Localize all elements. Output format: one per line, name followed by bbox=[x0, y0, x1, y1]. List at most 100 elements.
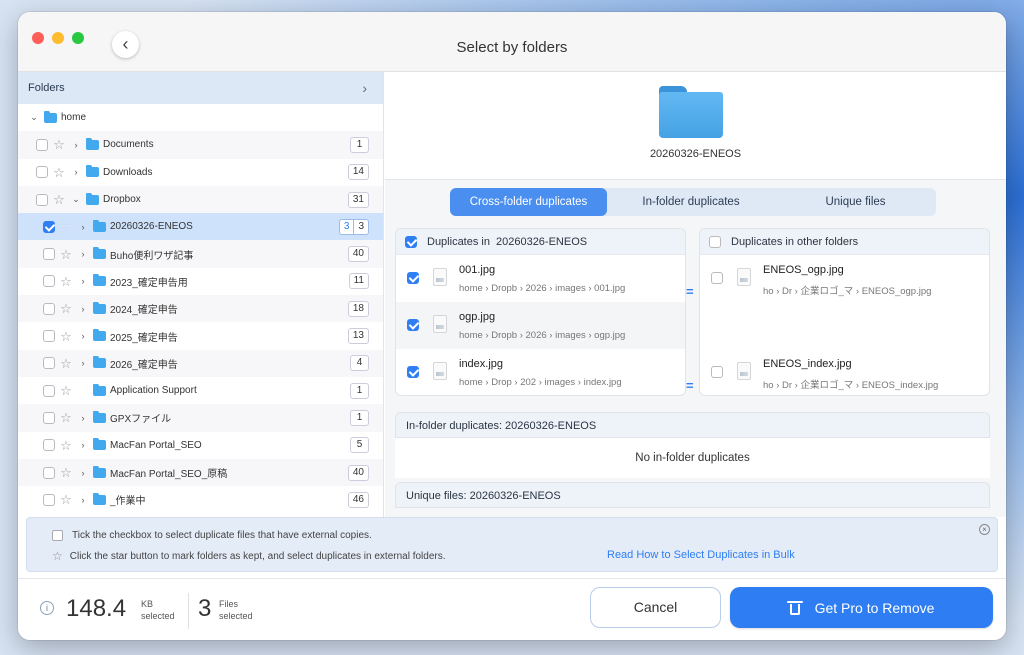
equals-icon: = bbox=[686, 284, 694, 299]
folder-name: 2024_確定申告 bbox=[110, 305, 178, 317]
folder-title: 20260326-ENEOS bbox=[649, 148, 742, 160]
star-icon[interactable]: ☆ bbox=[59, 220, 73, 233]
folder-checkbox[interactable] bbox=[43, 302, 55, 315]
chevron-right-icon[interactable]: › bbox=[70, 167, 82, 177]
folder-checkbox[interactable] bbox=[43, 220, 55, 233]
file-checkbox[interactable] bbox=[711, 272, 723, 284]
tips-bar: Tick the checkbox to select duplicate fi… bbox=[26, 517, 998, 572]
duplicate-file-row[interactable]: ENEOS_ogp.jpg ho › Dr › 企業ロゴ_マ › ENEOS_o… bbox=[700, 255, 989, 349]
panel-header-folder: 20260326-ENEOS bbox=[495, 235, 588, 248]
chevron-down-icon[interactable]: ⌄ bbox=[28, 112, 40, 123]
in-folder-duplicates-header: In-folder duplicates: 20260326-ENEOS bbox=[395, 412, 990, 438]
folder-checkbox[interactable] bbox=[43, 439, 55, 452]
checkbox-icon bbox=[52, 530, 63, 541]
folder-checkbox[interactable] bbox=[36, 138, 48, 151]
files-unit-label: Files bbox=[219, 599, 239, 609]
tree-root-home[interactable]: ⌄ home bbox=[18, 104, 383, 131]
duplicate-file-row[interactable]: ogp.jpg home › Dropb › 2026 › images › o… bbox=[396, 302, 685, 349]
folder-tree-row[interactable]: ☆ › MacFan Portal_SEO_原稿 40 bbox=[18, 458, 383, 487]
tab-in-folder-duplicates[interactable]: In-folder duplicates bbox=[607, 188, 775, 216]
file-path: home › Dropb › 2026 › images › 001.jpg bbox=[459, 283, 626, 294]
close-tips-icon[interactable]: × bbox=[979, 524, 990, 535]
folder-icon bbox=[93, 301, 106, 314]
star-icon[interactable]: ☆ bbox=[52, 166, 66, 179]
folder-checkbox[interactable] bbox=[43, 493, 55, 506]
file-checkbox[interactable] bbox=[407, 366, 419, 378]
folder-tree-row[interactable]: ☆ ⌄ Dropbox 31 bbox=[18, 185, 383, 214]
chevron-down-icon[interactable]: ⌄ bbox=[70, 194, 82, 205]
star-icon[interactable]: ☆ bbox=[52, 193, 66, 206]
tab-cross-folder-duplicates[interactable]: Cross-folder duplicates bbox=[450, 188, 607, 216]
bulk-select-help-link[interactable]: Read How to Select Duplicates in Bulk bbox=[607, 549, 795, 561]
duplicate-file-row[interactable]: ENEOS_index.jpg ho › Dr › 企業ロゴ_マ › ENEOS… bbox=[700, 349, 989, 395]
folder-checkbox[interactable] bbox=[43, 384, 55, 397]
star-icon[interactable]: ☆ bbox=[59, 411, 73, 424]
chevron-right-icon[interactable]: › bbox=[77, 358, 89, 368]
star-icon[interactable]: ☆ bbox=[59, 302, 73, 315]
folder-checkbox[interactable] bbox=[36, 193, 48, 206]
folder-checkbox[interactable] bbox=[43, 248, 55, 261]
cancel-button[interactable]: Cancel bbox=[590, 587, 721, 628]
duplicate-file-row[interactable]: 001.jpg home › Dropb › 2026 › images › 0… bbox=[396, 255, 685, 302]
select-all-checkbox[interactable] bbox=[709, 235, 721, 248]
folder-icon bbox=[93, 219, 106, 232]
get-pro-to-remove-button[interactable]: Get Pro to Remove bbox=[730, 587, 993, 628]
chevron-right-icon[interactable]: › bbox=[77, 440, 89, 450]
file-checkbox[interactable] bbox=[407, 272, 419, 284]
folder-checkbox[interactable] bbox=[36, 166, 48, 179]
total-count: 3 bbox=[358, 220, 364, 232]
folder-name: GPXファイル bbox=[110, 414, 172, 426]
select-all-checkbox[interactable] bbox=[405, 235, 417, 248]
folder-checkbox[interactable] bbox=[43, 330, 55, 343]
star-icon[interactable]: ☆ bbox=[52, 138, 66, 151]
folder-tree-row[interactable]: ☆ › Documents 1 bbox=[18, 131, 383, 159]
chevron-right-icon[interactable]: › bbox=[77, 222, 89, 232]
star-icon[interactable]: ☆ bbox=[59, 330, 73, 343]
folder-tree-row[interactable]: ☆ › _作業中 46 bbox=[18, 486, 383, 513]
folder-tree-row[interactable]: ☆ › 2025_確定申告 13 bbox=[18, 322, 383, 349]
duplicate-file-row[interactable]: index.jpg home › Drop › 202 › images › i… bbox=[396, 349, 685, 395]
file-path: ho › Dr › 企業ロゴ_マ › ENEOS_ogp.jpg bbox=[763, 286, 932, 297]
folder-tree-row[interactable]: ☆ Application Support 1 bbox=[18, 377, 383, 404]
star-icon[interactable]: ☆ bbox=[59, 275, 73, 288]
star-icon[interactable]: ☆ bbox=[59, 248, 73, 261]
star-icon[interactable]: ☆ bbox=[59, 493, 73, 506]
view-tabs: Cross-folder duplicates In-folder duplic… bbox=[450, 188, 936, 216]
chevron-right-icon[interactable]: › bbox=[77, 331, 89, 341]
folder-checkbox[interactable] bbox=[43, 411, 55, 424]
folder-checkbox[interactable] bbox=[43, 275, 55, 288]
duplicate-count-badge: 18 bbox=[347, 300, 369, 317]
folders-header[interactable]: Folders › bbox=[18, 72, 383, 104]
star-icon[interactable]: ☆ bbox=[59, 439, 73, 452]
folder-tree-row[interactable]: ☆ › 2026_確定申告 4 bbox=[18, 349, 383, 377]
folder-tree-row[interactable]: ☆ › Buho便利ワザ記事 40 bbox=[18, 240, 383, 268]
folder-checkbox[interactable] bbox=[43, 466, 55, 479]
chevron-right-icon[interactable]: › bbox=[77, 249, 89, 259]
panel-header: Duplicates in 20260326-ENEOS bbox=[396, 229, 685, 255]
folder-tree-row[interactable]: ☆ › 20260326-ENEOS 3 3 bbox=[18, 213, 383, 241]
info-icon[interactable]: i bbox=[40, 601, 54, 615]
folder-name: 20260326-ENEOS bbox=[110, 221, 193, 233]
folder-tree-row[interactable]: ☆ › Downloads 14 bbox=[18, 159, 383, 186]
star-icon[interactable]: ☆ bbox=[59, 466, 73, 479]
folder-icon bbox=[86, 192, 99, 205]
folder-tree-row[interactable]: ☆ › 2023_確定申告用 11 bbox=[18, 268, 383, 295]
chevron-right-icon[interactable]: › bbox=[77, 468, 89, 478]
chevron-right-icon[interactable]: › bbox=[77, 413, 89, 423]
folder-tree-row[interactable]: ☆ › 2024_確定申告 18 bbox=[18, 295, 383, 323]
chevron-right-icon[interactable]: › bbox=[70, 140, 82, 150]
folder-tree-row[interactable]: ☆ › GPXファイル 1 bbox=[18, 404, 383, 432]
folder-tree-row[interactable]: ☆ › MacFan Portal_SEO 5 bbox=[18, 432, 383, 459]
file-checkbox[interactable] bbox=[711, 366, 723, 378]
chevron-right-icon[interactable]: › bbox=[77, 304, 89, 314]
chevron-right-icon[interactable]: › bbox=[77, 276, 89, 286]
star-icon[interactable]: ☆ bbox=[59, 384, 73, 397]
chevron-right-icon[interactable]: › bbox=[362, 80, 367, 96]
star-icon[interactable]: ☆ bbox=[59, 357, 73, 370]
file-checkbox[interactable] bbox=[407, 319, 419, 331]
chevron-right-icon[interactable]: › bbox=[77, 495, 89, 505]
large-folder-icon bbox=[659, 86, 723, 138]
tab-unique-files[interactable]: Unique files bbox=[775, 188, 936, 216]
folder-checkbox[interactable] bbox=[43, 357, 55, 370]
folder-icon bbox=[93, 465, 106, 478]
